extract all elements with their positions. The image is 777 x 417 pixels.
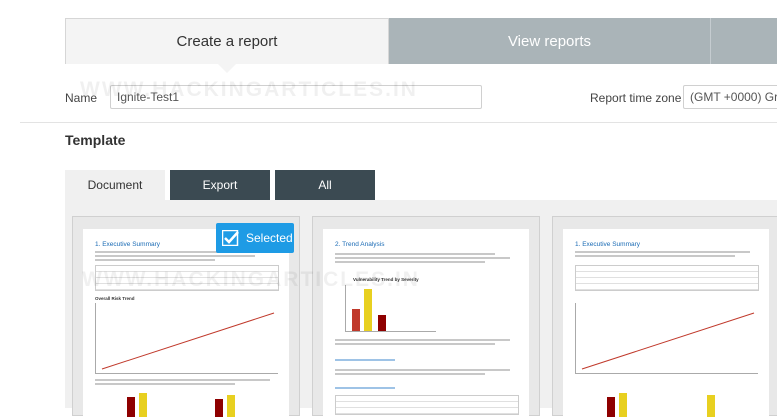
template-preview: 2. Trend Analysis Vulnerability Trend by… — [323, 229, 529, 417]
tab-create-report-label: Create a report — [176, 33, 278, 50]
text-line — [335, 339, 510, 341]
preview-trend-chart — [95, 303, 278, 374]
selected-label: Selected — [246, 231, 293, 245]
bar — [378, 315, 386, 331]
preview-trend-chart — [575, 303, 758, 374]
template-card-trend-analysis[interactable]: 2. Trend Analysis Vulnerability Trend by… — [312, 216, 540, 417]
bar — [139, 393, 147, 417]
watermark: WWW.HACKINGARTICLES.IN — [82, 268, 420, 291]
timezone-select[interactable]: (GMT +0000) Gre — [683, 85, 777, 109]
text-line — [335, 253, 495, 255]
chart-title: Overall Risk Trend — [95, 296, 135, 301]
bar — [127, 397, 135, 417]
template-card-executive-summary-2[interactable]: 1. Executive Summary — [552, 216, 777, 417]
tab-export[interactable]: Export — [170, 170, 270, 200]
bar — [607, 397, 615, 417]
tab-extra[interactable] — [711, 18, 777, 64]
tab-all-label: All — [318, 178, 332, 192]
mini-bars-svg — [607, 393, 715, 417]
template-tabs: Document Export All — [65, 170, 380, 200]
bar — [227, 395, 235, 417]
text-line — [95, 383, 235, 385]
text-line — [335, 359, 395, 361]
card-heading: 1. Executive Summary — [95, 241, 161, 248]
preview-table — [575, 265, 759, 291]
timezone-label: Report time zone — [590, 91, 682, 105]
text-line — [575, 255, 735, 257]
text-line — [95, 379, 270, 381]
template-title: Template — [65, 132, 126, 148]
trend-line-svg — [101, 312, 275, 370]
text-line — [335, 261, 485, 263]
text-line — [335, 387, 395, 389]
timezone-value: (GMT +0000) Gre — [690, 90, 777, 104]
tab-create-report[interactable]: Create a report — [65, 18, 389, 73]
watermark: WWW.HACKINGARTICLES.IN — [80, 78, 418, 101]
card-heading: 1. Executive Summary — [575, 241, 641, 248]
trend-line-svg — [581, 312, 755, 370]
text-line — [95, 259, 215, 261]
bar — [352, 309, 360, 331]
text-line — [335, 369, 510, 371]
preview-mini-bars — [577, 389, 759, 417]
report-tabs: Create a report View reports — [65, 18, 777, 73]
bar — [707, 395, 715, 417]
tab-view-reports-label: View reports — [507, 32, 592, 50]
text-line — [335, 343, 495, 345]
template-preview: 1. Executive Summary Overall Risk Trend — [83, 229, 289, 417]
tab-export-label: Export — [202, 178, 238, 192]
mini-bars-svg — [127, 393, 235, 417]
trend-line — [101, 312, 275, 370]
selected-badge: Selected — [216, 223, 294, 253]
tab-all[interactable]: All — [275, 170, 375, 200]
text-line — [335, 257, 510, 259]
tab-document[interactable]: Document — [65, 170, 165, 200]
tab-document-label: Document — [87, 178, 143, 192]
bar — [619, 393, 627, 417]
template-preview: 1. Executive Summary — [563, 229, 769, 417]
tab-view-reports[interactable]: View reports — [389, 18, 711, 64]
bar — [364, 289, 372, 331]
preview-mini-bars — [97, 389, 279, 417]
text-line — [95, 255, 255, 257]
preview-table — [335, 395, 519, 415]
bar — [215, 399, 223, 417]
text-line — [335, 373, 485, 375]
trend-line — [581, 312, 755, 370]
preview-bar-chart — [345, 285, 436, 332]
checkmark-icon — [222, 230, 239, 246]
form-divider — [20, 122, 777, 123]
text-line — [575, 251, 750, 253]
card-heading: 2. Trend Analysis — [335, 241, 385, 248]
